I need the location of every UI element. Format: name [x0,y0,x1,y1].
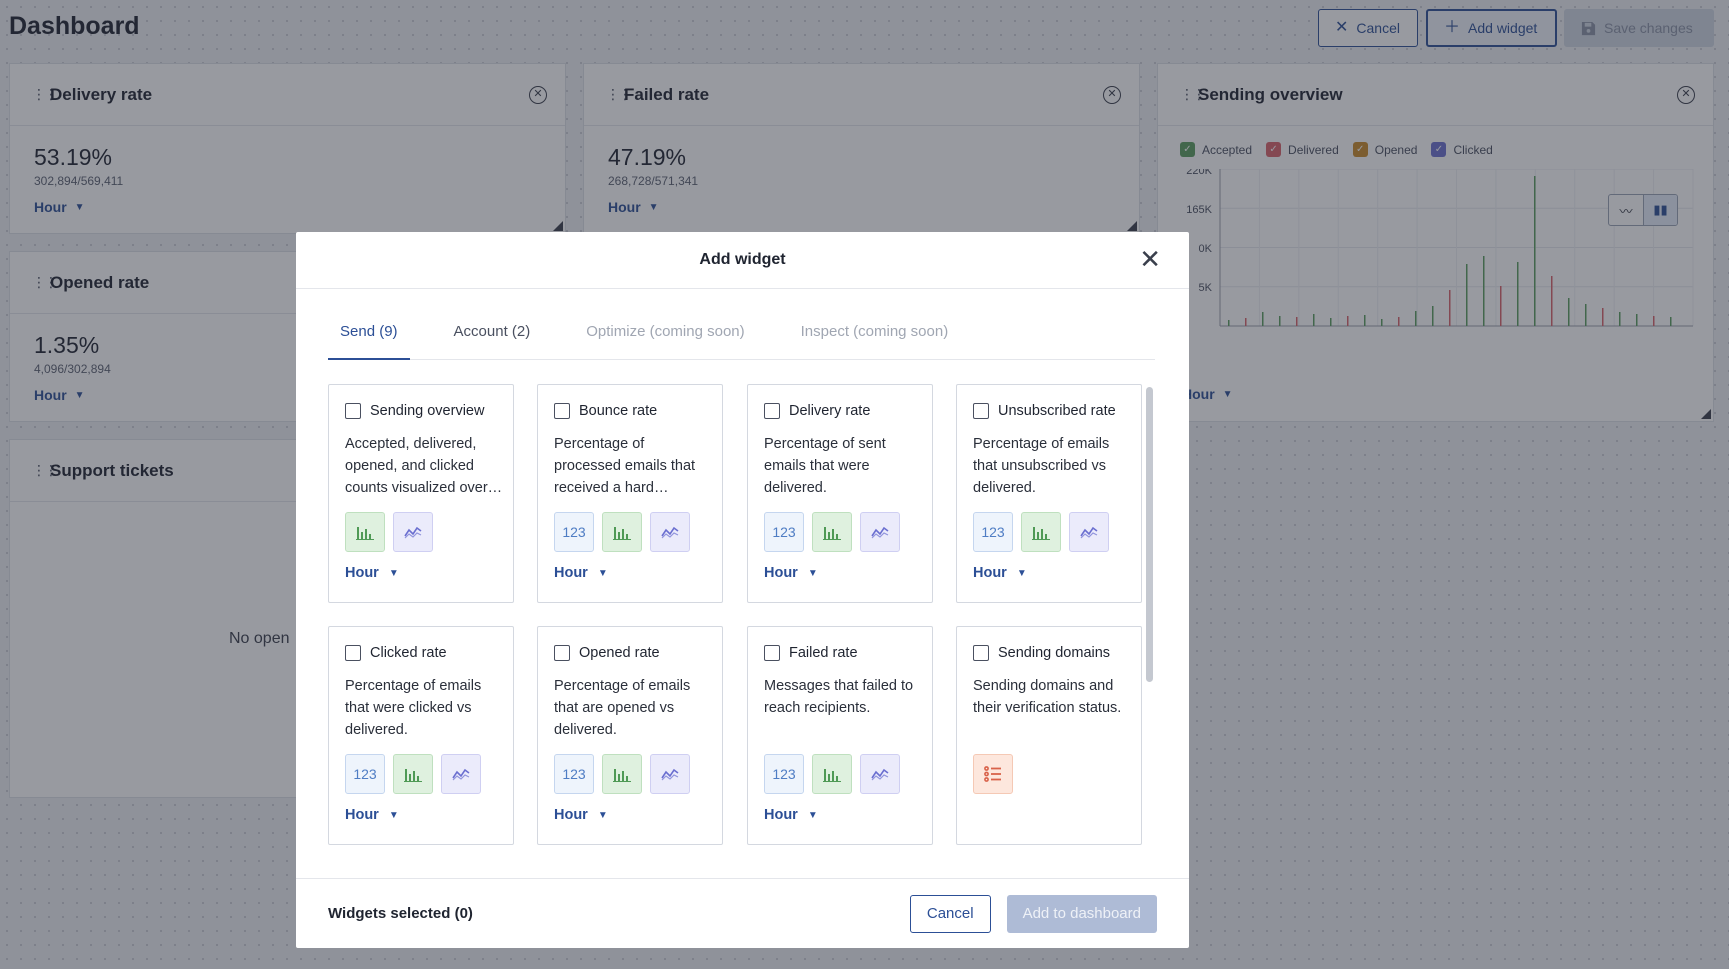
period-dropdown[interactable]: Hour ▼ [554,565,608,581]
card-description: Percentage of sent emails that were deli… [764,436,886,496]
widget-card-bounce-rate[interactable]: Bounce rate Percentage of processed emai… [537,384,723,603]
checkbox[interactable] [345,645,361,661]
widget-card-failed-rate[interactable]: Failed rate Messages that failed to reac… [747,626,933,845]
card-title: Bounce rate [579,403,658,419]
card-description: Percentage of emails that unsubscribed v… [973,436,1110,496]
widget-card-unsubscribed-rate[interactable]: Unsubscribed rate Percentage of emails t… [956,384,1142,603]
line-chart-icon[interactable] [650,512,690,552]
period-label: Hour [554,565,588,581]
period-label: Hour [554,807,588,823]
modal-cancel-button[interactable]: Cancel [909,894,991,933]
bar-chart-icon[interactable] [602,512,642,552]
line-chart-icon[interactable] [860,512,900,552]
card-title: Sending domains [998,645,1111,661]
period-dropdown[interactable]: Hour ▼ [345,807,399,823]
bar-chart-icon[interactable] [345,512,385,552]
period-dropdown[interactable]: Hour ▼ [764,807,818,823]
checkbox[interactable] [554,645,570,661]
card-title: Sending overview [370,403,485,419]
line-chart-icon[interactable] [1069,512,1109,552]
tab-inspect: Inspect (coming soon) [800,323,949,340]
widgets-selected-count: Widgets selected (0) [328,905,473,922]
checkbox[interactable] [345,403,361,419]
period-dropdown[interactable]: Hour ▼ [973,565,1027,581]
line-chart-icon[interactable] [860,754,900,794]
scrollbar[interactable] [1146,384,1153,854]
checkbox[interactable] [973,403,989,419]
period-label: Hour [973,565,1007,581]
modal-title: Add widget [699,251,786,268]
caret-down-icon: ▼ [1016,567,1027,579]
add-to-dashboard-button[interactable]: Add to dashboard [1006,894,1157,933]
card-title: Failed rate [789,645,858,661]
checkbox[interactable] [764,403,780,419]
line-chart-icon[interactable] [393,512,433,552]
add-widget-modal: Add widget ✕ Send (9) Account (2) Optimi… [296,232,1189,948]
line-chart-icon[interactable] [650,754,690,794]
card-title: Delivery rate [789,403,871,419]
number-icon[interactable]: 123 [554,512,594,552]
card-title: Opened rate [579,645,660,661]
number-icon[interactable]: 123 [973,512,1013,552]
period-label: Hour [764,807,798,823]
tab-optimize: Optimize (coming soon) [586,323,745,340]
number-icon[interactable]: 123 [764,754,804,794]
card-description: Messages that failed to reach recipients… [764,678,914,716]
caret-down-icon: ▼ [388,809,399,821]
bar-chart-icon[interactable] [602,754,642,794]
card-description: Percentage of emails that are opened vs … [554,678,691,738]
widget-card-sending-overview[interactable]: Sending overview Accepted, delivered, op… [328,384,514,603]
widget-card-sending-domains[interactable]: Sending domains Sending domains and thei… [956,626,1142,845]
card-title: Unsubscribed rate [998,403,1116,419]
number-icon[interactable]: 123 [554,754,594,794]
line-chart-icon[interactable] [441,754,481,794]
caret-down-icon: ▼ [807,567,818,579]
period-dropdown[interactable]: Hour ▼ [345,565,399,581]
tab-send[interactable]: Send (9) [328,316,410,360]
period-label: Hour [764,565,798,581]
widget-card-opened-rate[interactable]: Opened rate Percentage of emails that ar… [537,626,723,845]
bar-chart-icon[interactable] [1021,512,1061,552]
checkbox[interactable] [554,403,570,419]
period-dropdown[interactable]: Hour ▼ [554,807,608,823]
number-icon[interactable]: 123 [345,754,385,794]
caret-down-icon: ▼ [388,567,399,579]
card-description: Percentage of processed emails that rece… [554,436,696,496]
tab-account[interactable]: Account (2) [442,316,543,360]
caret-down-icon: ▼ [807,809,818,821]
widget-card-grid: Sending overview Accepted, delivered, op… [328,384,1151,854]
widget-card-clicked-rate[interactable]: Clicked rate Percentage of emails that w… [328,626,514,845]
caret-down-icon: ▼ [597,567,608,579]
widget-card-delivery-rate[interactable]: Delivery rate Percentage of sent emails … [747,384,933,603]
card-title: Clicked rate [370,645,447,661]
scrollbar-thumb[interactable] [1146,387,1153,682]
bar-chart-icon[interactable] [812,754,852,794]
list-icon[interactable] [973,754,1013,794]
checkbox[interactable] [973,645,989,661]
checkbox[interactable] [764,645,780,661]
widget-category-tabs: Send (9) Account (2) Optimize (coming so… [328,316,1155,360]
period-dropdown[interactable]: Hour ▼ [764,565,818,581]
number-icon[interactable]: 123 [764,512,804,552]
card-description: Accepted, delivered, opened, and clicked… [345,436,503,496]
bar-chart-icon[interactable] [812,512,852,552]
card-description: Sending domains and their verification s… [973,678,1122,716]
period-label: Hour [345,807,379,823]
card-description: Percentage of emails that were clicked v… [345,678,482,738]
bar-chart-icon[interactable] [393,754,433,794]
caret-down-icon: ▼ [597,809,608,821]
close-icon[interactable]: ✕ [1139,246,1161,272]
period-label: Hour [345,565,379,581]
